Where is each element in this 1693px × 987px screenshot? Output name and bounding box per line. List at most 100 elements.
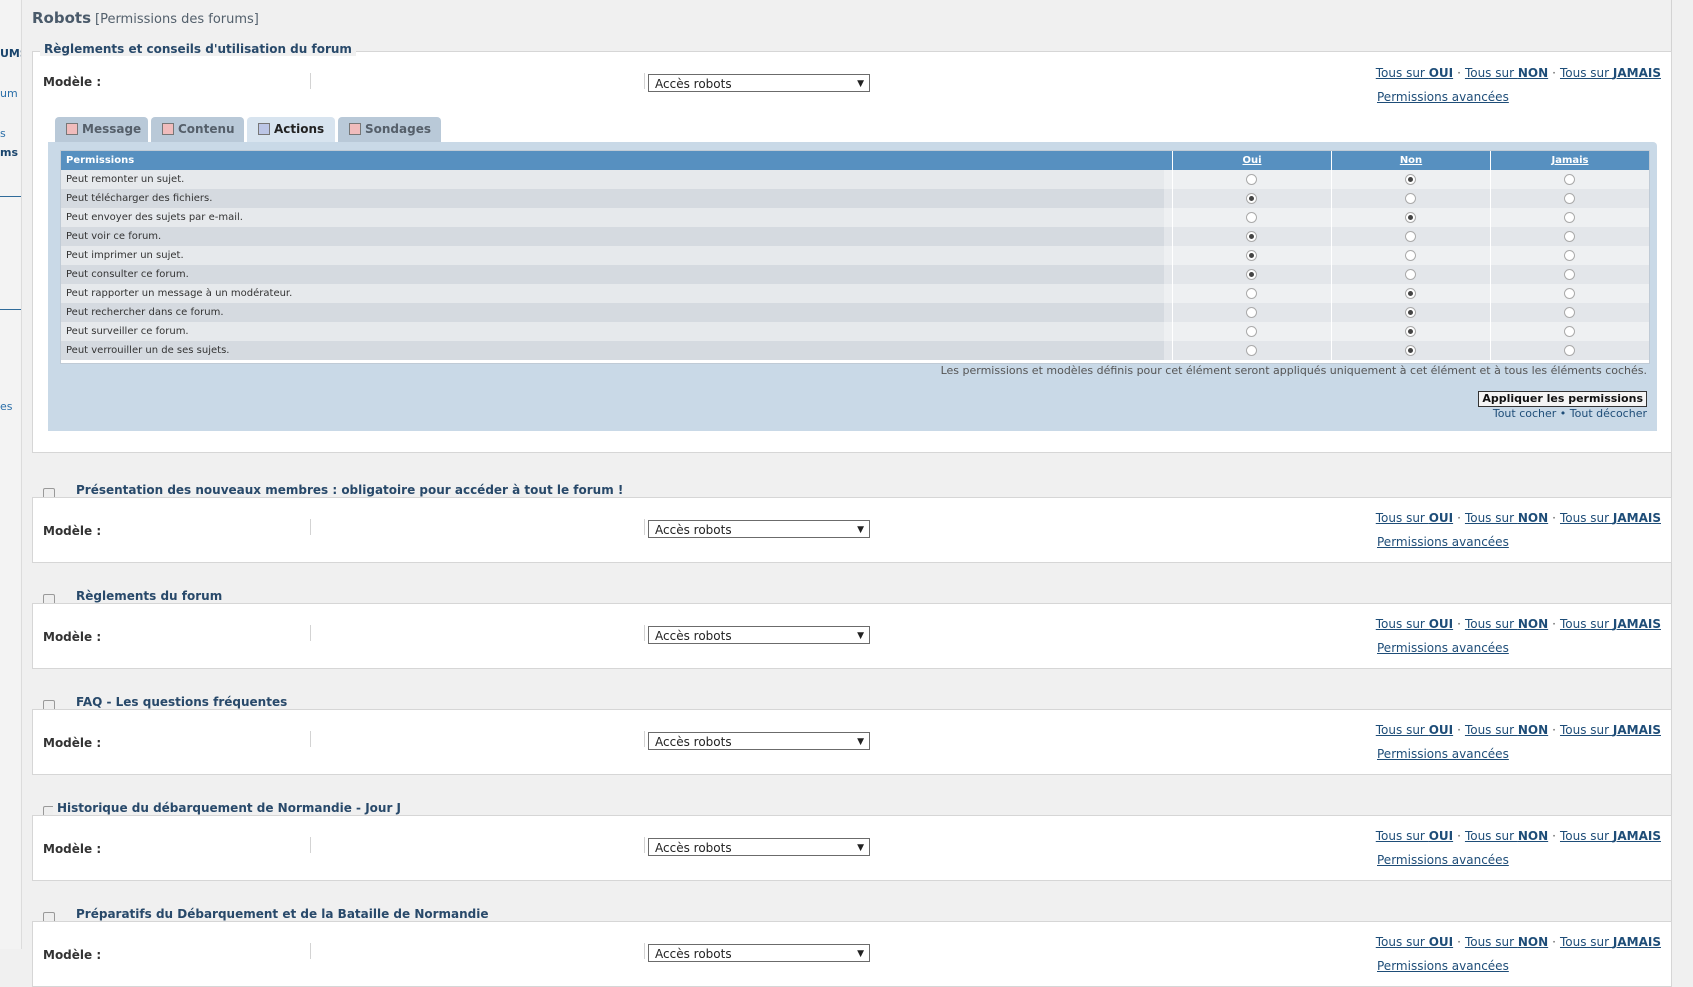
radio-never[interactable] — [1564, 269, 1575, 280]
radio-yes[interactable] — [1246, 231, 1257, 242]
radio-no[interactable] — [1405, 345, 1416, 356]
link-prefix: Tous sur — [1559, 66, 1613, 80]
radio-yes[interactable] — [1246, 174, 1257, 185]
radio-yes[interactable] — [1246, 269, 1257, 280]
separator: · — [1552, 511, 1556, 525]
nav-item[interactable]: es — [0, 400, 13, 413]
advanced-permissions-link[interactable]: Permissions avancées — [1377, 747, 1509, 761]
nav-item[interactable]: ms — [0, 146, 18, 159]
radio-yes[interactable] — [1246, 307, 1257, 318]
nav-item[interactable]: UMS — [0, 47, 21, 60]
forum-title-text: Présentation des nouveaux membres : obli… — [76, 483, 624, 497]
radio-cell — [1490, 227, 1649, 246]
link-prefix: Tous sur — [1559, 723, 1613, 737]
all-yes-link[interactable]: Tous sur OUI — [1376, 829, 1453, 843]
radio-no[interactable] — [1405, 250, 1416, 261]
forum-panel: Modèle : Accès robots ▼ Tous sur OUI · Tous s… — [32, 497, 1672, 563]
nav-item[interactable]: um — [0, 87, 18, 100]
radio-never[interactable] — [1564, 174, 1575, 185]
radio-cell — [1490, 246, 1649, 265]
radio-never[interactable] — [1564, 193, 1575, 204]
all-yes-link[interactable]: Tous sur OUI — [1376, 511, 1453, 525]
all-yes-link[interactable]: Tous sur OUI — [1376, 935, 1453, 949]
nav-item[interactable]: s — [0, 127, 6, 140]
radio-yes[interactable] — [1246, 193, 1257, 204]
radio-never[interactable] — [1564, 345, 1575, 356]
header-no[interactable]: Non — [1331, 151, 1490, 170]
check-all-link[interactable]: Tout cocher — [1493, 407, 1556, 420]
all-no-link[interactable]: Tous sur NON — [1465, 829, 1548, 843]
model-select[interactable]: Accès robots ▼ — [648, 626, 870, 644]
model-select[interactable]: Accès robots ▼ — [648, 732, 870, 750]
radio-no[interactable] — [1405, 269, 1416, 280]
link-strong: OUI — [1428, 723, 1454, 737]
tab-sondages[interactable]: Sondages — [338, 117, 441, 142]
link-prefix: Tous sur — [1375, 511, 1429, 525]
header-never[interactable]: Jamais — [1490, 151, 1649, 170]
radio-yes[interactable] — [1246, 326, 1257, 337]
advanced-permissions-link[interactable]: Permissions avancées — [1377, 641, 1509, 655]
all-never-link[interactable]: Tous sur JAMAIS — [1560, 66, 1661, 80]
all-never-link[interactable]: Tous sur JAMAIS — [1560, 723, 1661, 737]
tab-status-icon — [66, 123, 78, 135]
all-no-link[interactable]: Tous sur NON — [1465, 511, 1548, 525]
radio-no[interactable] — [1405, 193, 1416, 204]
divider — [310, 943, 311, 959]
forum-panel: Modèle : Accès robots ▼ Tous sur OUI · Tous s… — [32, 815, 1672, 881]
all-never-link[interactable]: Tous sur JAMAIS — [1560, 617, 1661, 631]
divider — [310, 731, 311, 747]
radio-never[interactable] — [1564, 326, 1575, 337]
radio-never[interactable] — [1564, 307, 1575, 318]
uncheck-all-link[interactable]: Tout décocher — [1570, 407, 1647, 420]
table-row: Peut voir ce forum. — [61, 227, 1649, 246]
radio-never[interactable] — [1564, 250, 1575, 261]
radio-no[interactable] — [1405, 326, 1416, 337]
all-never-link[interactable]: Tous sur JAMAIS — [1560, 935, 1661, 949]
radio-no[interactable] — [1405, 174, 1416, 185]
radio-never[interactable] — [1564, 288, 1575, 299]
advanced-permissions-link[interactable]: Permissions avancées — [1377, 535, 1509, 549]
radio-no[interactable] — [1405, 231, 1416, 242]
separator: · — [1552, 617, 1556, 631]
radio-no[interactable] — [1405, 307, 1416, 318]
model-select[interactable]: Accès robots ▼ — [648, 838, 870, 856]
advanced-permissions-link[interactable]: Permissions avancées — [1377, 90, 1509, 104]
tab-contenu[interactable]: Contenu — [151, 117, 244, 142]
all-never-link[interactable]: Tous sur JAMAIS — [1560, 829, 1661, 843]
all-no-link[interactable]: Tous sur NON — [1465, 935, 1548, 949]
all-yes-link[interactable]: Tous sur OUI — [1376, 66, 1453, 80]
header-yes[interactable]: Oui — [1172, 151, 1331, 170]
all-no-link[interactable]: Tous sur NON — [1465, 723, 1548, 737]
separator: · — [1457, 511, 1461, 525]
radio-no[interactable] — [1405, 288, 1416, 299]
permissions-box: Permissions Oui Non Jamais Peut remonter… — [48, 142, 1657, 431]
radio-cell — [1172, 265, 1331, 284]
tab-message[interactable]: Message — [55, 117, 148, 142]
all-no-link[interactable]: Tous sur NON — [1465, 617, 1548, 631]
radio-yes[interactable] — [1246, 250, 1257, 261]
radio-yes[interactable] — [1246, 212, 1257, 223]
tab-actions[interactable]: Actions — [247, 117, 335, 142]
radio-yes[interactable] — [1246, 288, 1257, 299]
radio-cell — [1172, 341, 1331, 360]
radio-cell — [1172, 189, 1331, 208]
radio-cell — [1331, 341, 1490, 360]
link-strong: JAMAIS — [1612, 935, 1661, 949]
radio-cell — [1490, 170, 1649, 189]
model-select[interactable]: Accès robots ▼ — [648, 74, 870, 92]
all-yes-link[interactable]: Tous sur OUI — [1376, 617, 1453, 631]
model-select[interactable]: Accès robots ▼ — [648, 944, 870, 962]
advanced-permissions-link[interactable]: Permissions avancées — [1377, 959, 1509, 973]
all-never-link[interactable]: Tous sur JAMAIS — [1560, 511, 1661, 525]
apply-permissions-button[interactable]: Appliquer les permissions — [1478, 391, 1647, 407]
divider — [310, 519, 311, 535]
all-yes-link[interactable]: Tous sur OUI — [1376, 723, 1453, 737]
advanced-permissions-link[interactable]: Permissions avancées — [1377, 853, 1509, 867]
radio-never[interactable] — [1564, 212, 1575, 223]
radio-never[interactable] — [1564, 231, 1575, 242]
link-strong: JAMAIS — [1612, 617, 1661, 631]
model-select[interactable]: Accès robots ▼ — [648, 520, 870, 538]
radio-no[interactable] — [1405, 212, 1416, 223]
radio-yes[interactable] — [1246, 345, 1257, 356]
all-no-link[interactable]: Tous sur NON — [1465, 66, 1548, 80]
